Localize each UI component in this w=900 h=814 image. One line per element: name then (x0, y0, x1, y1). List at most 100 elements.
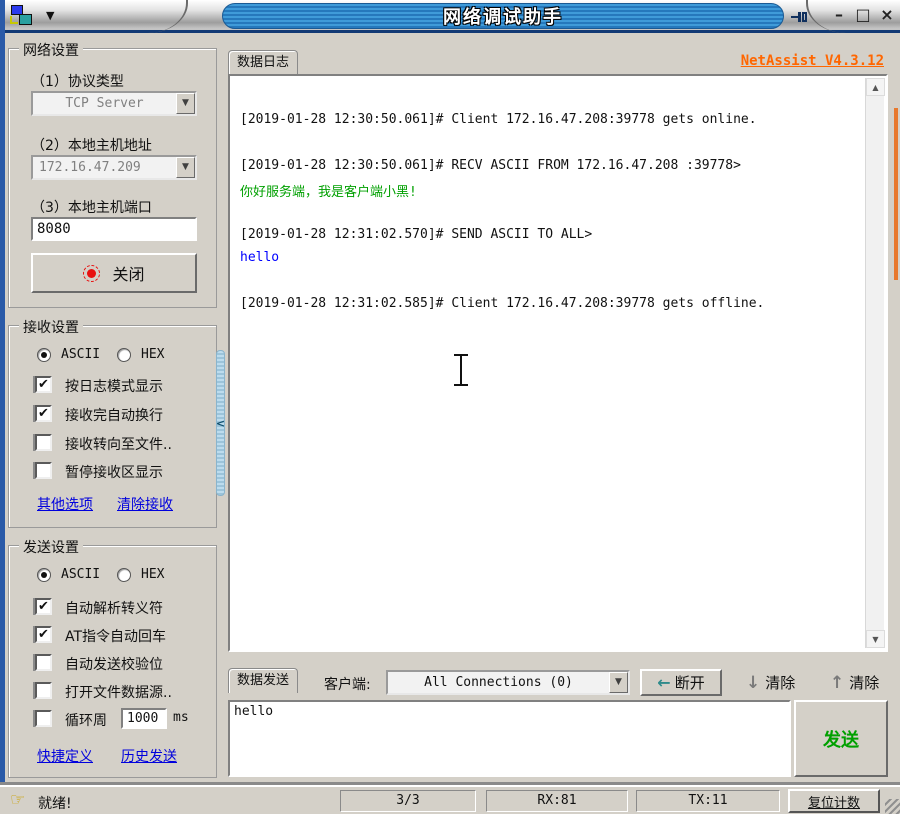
clear-send-button[interactable]: ↓ 清除 (746, 672, 795, 693)
disconnect-label: 断开 (675, 672, 705, 693)
tab-data-send[interactable]: 数据发送 (228, 668, 298, 693)
checkbox-icon[interactable]: ✔ (35, 682, 52, 699)
connection-count-panel: 3/3 (340, 790, 476, 812)
collapse-arrow-icon[interactable]: < (216, 417, 225, 430)
protocol-combo[interactable]: TCP Server ▼ (31, 91, 197, 116)
send-option-at-cr[interactable]: ✔ AT指令自动回车 (9, 624, 216, 648)
send-input-box: hello (228, 700, 791, 777)
close-button[interactable]: × (876, 4, 898, 26)
receive-radio-hex[interactable] (117, 348, 131, 362)
scroll-up-icon[interactable]: ▲ (866, 78, 885, 96)
log-area[interactable]: [2019-01-28 12:30:50.061]# Client 172.16… (228, 74, 888, 652)
send-radio-hex-label: HEX (141, 567, 164, 582)
log-line: [2019-01-28 12:31:02.570]# SEND ASCII TO… (240, 227, 860, 250)
connections-combo[interactable]: All Connections (0) ▼ (386, 670, 630, 695)
group-network-settings: 网络设置 （1）协议类型 TCP Server ▼ （2）本地主机地址 172.… (8, 48, 217, 308)
group-title: 网络设置 (19, 40, 83, 60)
pin-icon[interactable] (790, 8, 810, 30)
sidebar-splitter[interactable]: < (216, 350, 225, 496)
protocol-value: TCP Server (33, 93, 176, 114)
send-option-file-source[interactable]: ✔ 打开文件数据源.. (9, 680, 216, 704)
checkbox-icon[interactable]: ✔ (35, 434, 52, 451)
send-radio-ascii[interactable] (37, 568, 51, 582)
group-title: 发送设置 (19, 537, 83, 557)
checkbox-icon[interactable]: ✔ (35, 626, 52, 643)
disconnect-button[interactable]: ← 断开 (640, 669, 722, 696)
down-arrow-icon: ↓ (746, 673, 760, 693)
log-line: [2019-01-28 12:31:02.585]# Client 172.16… (240, 296, 860, 319)
log-line (240, 273, 860, 296)
pointing-hand-icon: ☞ (10, 790, 25, 810)
scroll-down-icon[interactable]: ▼ (866, 630, 885, 648)
send-textarea[interactable]: hello (230, 702, 789, 775)
tab-data-log[interactable]: 数据日志 (228, 50, 298, 75)
app-menu-arrow-icon[interactable]: ▼ (46, 9, 54, 22)
chevron-down-icon[interactable]: ▼ (176, 157, 195, 178)
host-combo[interactable]: 172.16.47.209 ▼ (31, 155, 197, 180)
chevron-down-icon[interactable]: ▼ (609, 672, 628, 693)
clear-log-button[interactable]: ↑ 清除 (830, 672, 879, 693)
network-link-icon (10, 16, 18, 24)
network-node-icon (19, 14, 32, 25)
send-option-cycle[interactable]: ✔ 循环周 ms (9, 708, 216, 732)
close-connection-label: 关闭 (112, 261, 144, 285)
host-label: （2）本地主机地址 (31, 135, 152, 155)
receive-radio-ascii-label: ASCII (61, 347, 100, 362)
send-radio-ascii-label: ASCII (61, 567, 100, 582)
minimize-button[interactable]: – (828, 4, 850, 26)
clear-send-label: 清除 (765, 672, 795, 693)
port-label: （3）本地主机端口 (31, 197, 152, 217)
checkbox-icon[interactable]: ✔ (35, 376, 52, 393)
port-input[interactable] (31, 217, 197, 241)
receive-option-redirect-file[interactable]: ✔ 接收转向至文件.. (9, 432, 216, 456)
send-option-parse-escape[interactable]: ✔ 自动解析转义符 (9, 596, 216, 620)
checkbox-icon[interactable]: ✔ (35, 405, 52, 422)
group-send-settings: 发送设置 ASCII HEX ✔ 自动解析转义符 ✔ AT指令自动回车 ✔ 自动… (8, 545, 217, 778)
log-line: [2019-01-28 12:30:50.061]# Client 172.16… (240, 112, 860, 135)
log-line (240, 204, 860, 227)
receive-radio-ascii[interactable] (37, 348, 51, 362)
resize-grip[interactable] (885, 799, 900, 814)
log-line: 你好服务端，我是客户端小黑! (240, 181, 860, 204)
up-arrow-icon: ↑ (830, 673, 844, 693)
checkbox-icon[interactable]: ✔ (35, 654, 52, 671)
app-icon[interactable] (9, 5, 35, 28)
chevron-down-icon[interactable]: ▼ (176, 93, 195, 114)
clear-log-label: 清除 (849, 672, 879, 693)
link-clear-receive[interactable]: 清除接收 (117, 494, 173, 514)
tx-counter-panel: TX:11 (636, 790, 780, 812)
send-option-auto-checksum[interactable]: ✔ 自动发送校验位 (9, 652, 216, 676)
reset-count-button[interactable]: 复位计数 (788, 789, 880, 813)
red-indicator-icon (83, 265, 100, 282)
link-quick-define[interactable]: 快捷定义 (37, 746, 93, 766)
checkbox-icon[interactable]: ✔ (35, 710, 52, 727)
cycle-period-input[interactable] (121, 708, 167, 729)
status-bar: ☞ 就绪! 3/3 RX:81 TX:11 复位计数 (0, 785, 900, 814)
checkbox-icon[interactable]: ✔ (35, 598, 52, 615)
log-scrollbar[interactable]: ▲ ▼ (865, 78, 884, 648)
client-label: 客户端: (324, 674, 371, 694)
log-line (240, 135, 860, 158)
group-title: 接收设置 (19, 317, 83, 337)
title-pill: 网络调试助手 (222, 3, 784, 29)
window-title: 网络调试助手 (443, 3, 563, 29)
cycle-unit-label: ms (173, 710, 189, 725)
version-link[interactable]: NetAssist V4.3.12 (741, 53, 884, 69)
receive-option-auto-newline[interactable]: ✔ 接收完自动换行 (9, 403, 216, 427)
edge-highlight-stripe (894, 108, 898, 280)
text-cursor-icon (452, 352, 470, 388)
close-connection-button[interactable]: 关闭 (31, 253, 197, 293)
link-other-options[interactable]: 其他选项 (37, 494, 93, 514)
rx-counter-panel: RX:81 (486, 790, 628, 812)
send-radio-hex[interactable] (117, 568, 131, 582)
receive-option-pause-display[interactable]: ✔ 暂停接收区显示 (9, 460, 216, 484)
link-history-send[interactable]: 历史发送 (121, 746, 177, 766)
send-button[interactable]: 发送 (794, 700, 888, 777)
window-left-border (0, 0, 5, 782)
receive-option-log-mode[interactable]: ✔ 按日志模式显示 (9, 374, 216, 398)
log-line: hello (240, 250, 860, 273)
titlebar-curve-left (128, 0, 188, 33)
checkbox-icon[interactable]: ✔ (35, 462, 52, 479)
receive-radio-hex-label: HEX (141, 347, 164, 362)
maximize-button[interactable]: □ (852, 4, 874, 26)
